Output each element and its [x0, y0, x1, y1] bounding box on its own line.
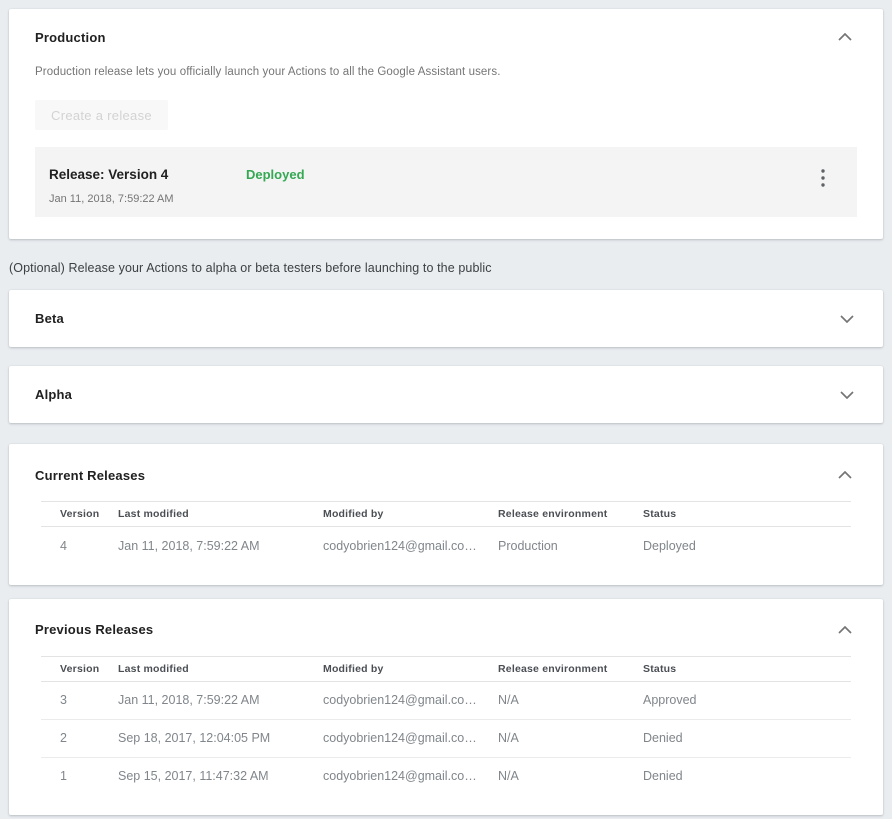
- cell-status: Approved: [643, 681, 851, 719]
- beta-title: Beta: [35, 311, 64, 326]
- cell-release-environment: N/A: [498, 681, 643, 719]
- chevron-down-icon: [840, 391, 854, 399]
- column-header-version: Version: [41, 656, 118, 681]
- release-menu-button[interactable]: [813, 167, 833, 189]
- expand-alpha-button[interactable]: [835, 386, 859, 404]
- expand-beta-button[interactable]: [835, 310, 859, 328]
- table-row: 2 Sep 18, 2017, 12:04:05 PM codyobrien12…: [41, 719, 851, 757]
- column-header-modified-by: Modified by: [323, 502, 498, 527]
- cell-modified-by: codyobrien124@gmail.co…: [323, 719, 498, 757]
- chevron-down-icon: [840, 315, 854, 323]
- releases-page: Production Production release lets you o…: [0, 0, 892, 819]
- create-release-button[interactable]: Create a release: [35, 100, 168, 130]
- release-date: Jan 11, 2018, 7:59:22 AM: [49, 193, 833, 205]
- production-title: Production: [35, 30, 106, 45]
- cell-version: 1: [41, 757, 118, 795]
- alpha-panel[interactable]: Alpha: [9, 366, 883, 423]
- release-line: Release: Version 4 Deployed: [49, 167, 833, 182]
- column-header-version: Version: [41, 502, 118, 527]
- chevron-up-icon: [838, 33, 852, 41]
- cell-version: 3: [41, 681, 118, 719]
- column-header-last-modified: Last modified: [118, 656, 323, 681]
- cell-last-modified: Sep 18, 2017, 12:04:05 PM: [118, 719, 323, 757]
- cell-modified-by: codyobrien124@gmail.co…: [323, 681, 498, 719]
- current-releases-panel: Current Releases Version Last modified M…: [9, 444, 883, 585]
- previous-releases-header[interactable]: Previous Releases: [35, 621, 857, 639]
- cell-status: Deployed: [643, 527, 851, 565]
- optional-note: (Optional) Release your Actions to alpha…: [9, 261, 883, 275]
- production-panel-header[interactable]: Production: [35, 28, 857, 46]
- chevron-up-icon: [838, 626, 852, 634]
- kebab-menu-icon: [821, 169, 825, 187]
- column-header-release-environment: Release environment: [498, 656, 643, 681]
- column-header-last-modified: Last modified: [118, 502, 323, 527]
- previous-releases-panel: Previous Releases Version Last modified …: [9, 599, 883, 816]
- alpha-title: Alpha: [35, 387, 72, 402]
- current-releases-table: Version Last modified Modified by Releas…: [41, 501, 851, 565]
- previous-releases-title: Previous Releases: [35, 622, 153, 637]
- production-description: Production release lets you officially l…: [35, 66, 857, 78]
- previous-releases-table: Version Last modified Modified by Releas…: [41, 656, 851, 796]
- chevron-up-icon: [838, 471, 852, 479]
- column-header-status: Status: [643, 656, 851, 681]
- release-title: Release: Version 4: [49, 167, 246, 182]
- cell-release-environment: N/A: [498, 757, 643, 795]
- cell-version: 4: [41, 527, 118, 565]
- cell-status: Denied: [643, 719, 851, 757]
- column-header-release-environment: Release environment: [498, 502, 643, 527]
- cell-release-environment: N/A: [498, 719, 643, 757]
- cell-modified-by: codyobrien124@gmail.co…: [323, 527, 498, 565]
- cell-last-modified: Jan 11, 2018, 7:59:22 AM: [118, 527, 323, 565]
- current-releases-title: Current Releases: [35, 468, 145, 483]
- current-releases-header[interactable]: Current Releases: [35, 466, 857, 484]
- table-row: 3 Jan 11, 2018, 7:59:22 AM codyobrien124…: [41, 681, 851, 719]
- collapse-previous-releases-button[interactable]: [833, 621, 857, 639]
- beta-panel[interactable]: Beta: [9, 290, 883, 347]
- table-row: 4 Jan 11, 2018, 7:59:22 AM codyobrien124…: [41, 527, 851, 565]
- cell-release-environment: Production: [498, 527, 643, 565]
- production-panel: Production Production release lets you o…: [9, 9, 883, 239]
- cell-last-modified: Sep 15, 2017, 11:47:32 AM: [118, 757, 323, 795]
- table-header-row: Version Last modified Modified by Releas…: [41, 656, 851, 681]
- cell-version: 2: [41, 719, 118, 757]
- release-row: Release: Version 4 Deployed Jan 11, 2018…: [35, 147, 857, 217]
- cell-status: Denied: [643, 757, 851, 795]
- table-row: 1 Sep 15, 2017, 11:47:32 AM codyobrien12…: [41, 757, 851, 795]
- column-header-status: Status: [643, 502, 851, 527]
- collapse-current-releases-button[interactable]: [833, 466, 857, 484]
- collapse-production-button[interactable]: [833, 28, 857, 46]
- column-header-modified-by: Modified by: [323, 656, 498, 681]
- cell-modified-by: codyobrien124@gmail.co…: [323, 757, 498, 795]
- table-header-row: Version Last modified Modified by Releas…: [41, 502, 851, 527]
- release-status-badge: Deployed: [246, 167, 305, 182]
- cell-last-modified: Jan 11, 2018, 7:59:22 AM: [118, 681, 323, 719]
